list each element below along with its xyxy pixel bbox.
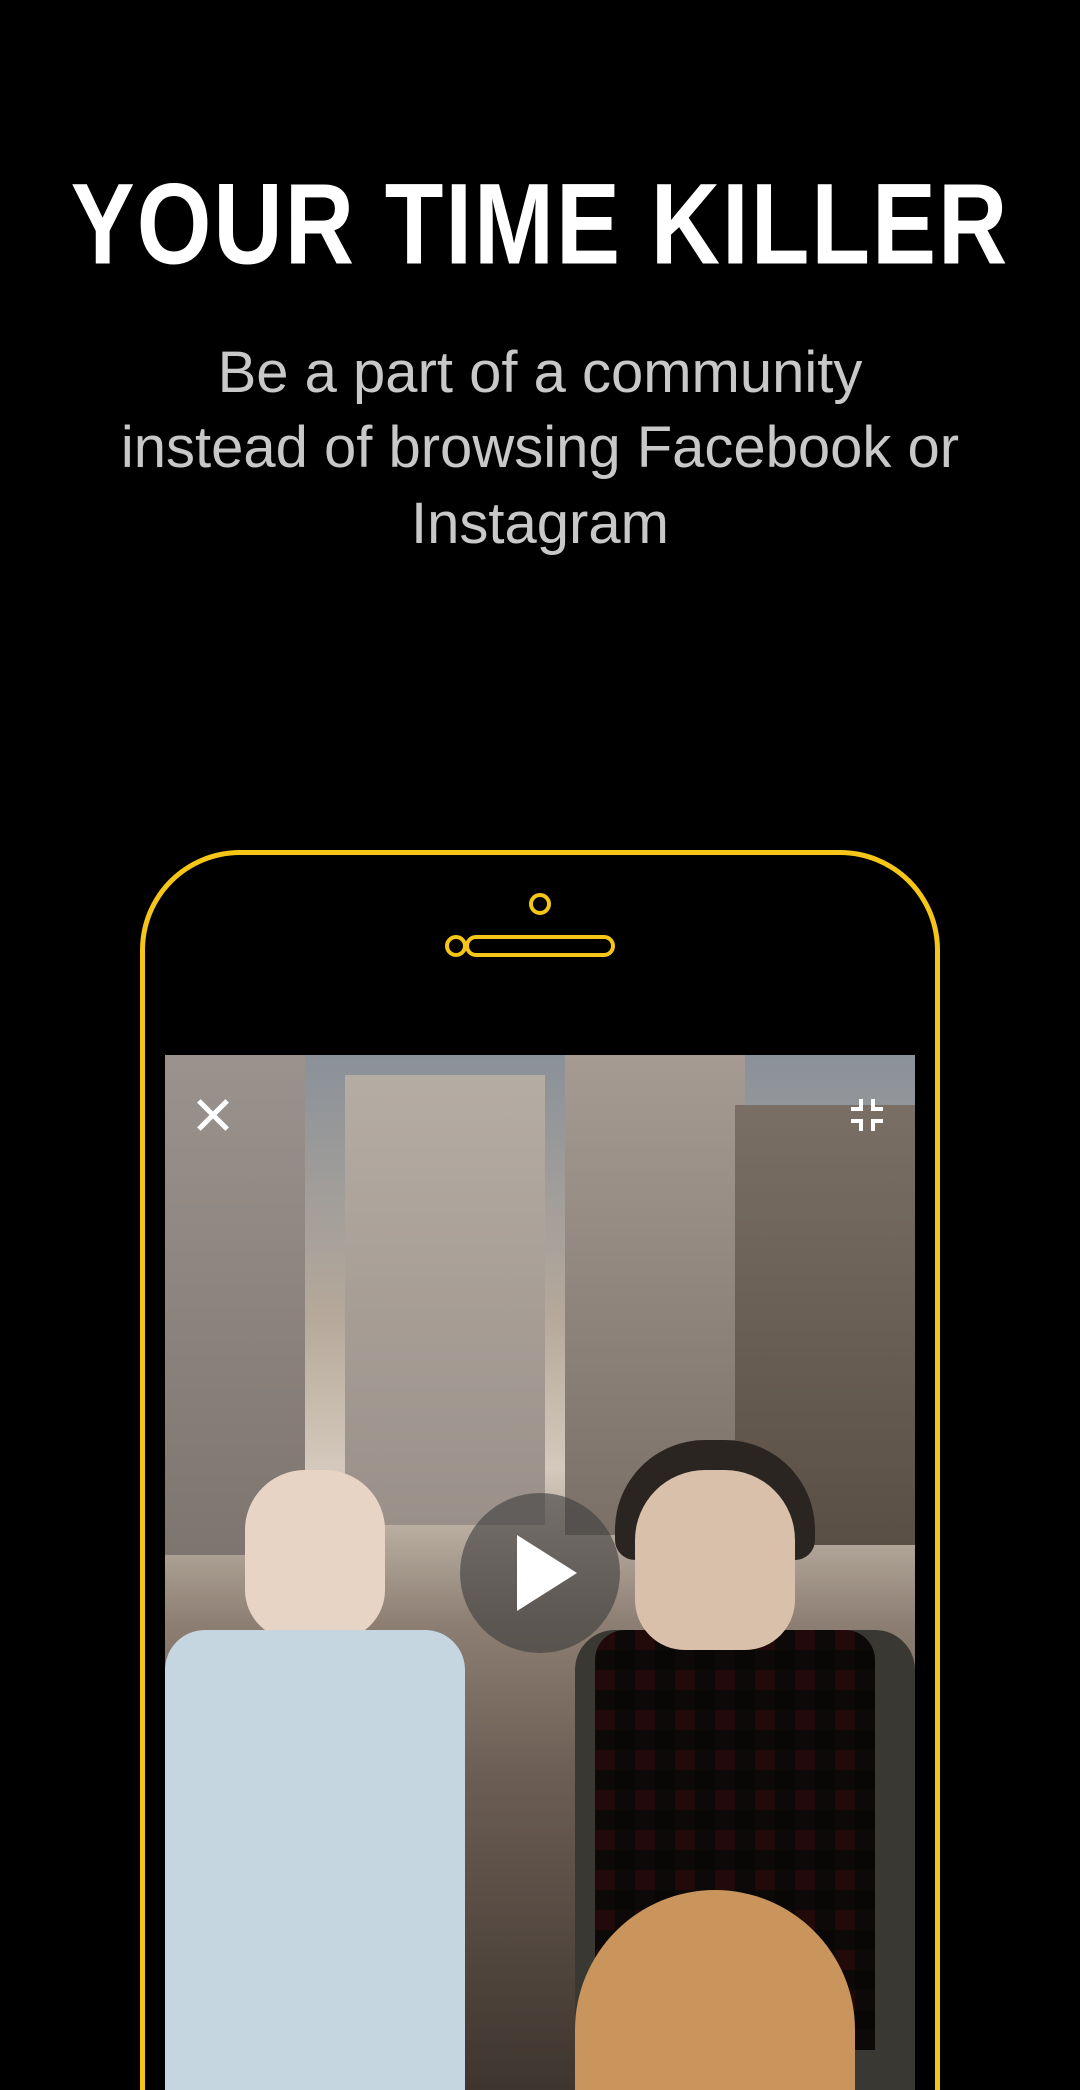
phone-camera-dot xyxy=(529,893,551,915)
page-subheadline: Be a part of a community instead of brow… xyxy=(0,335,1080,561)
phone-speaker-slot xyxy=(465,935,615,957)
page-headline: Your time killer xyxy=(0,159,1080,291)
phone-mockup-frame xyxy=(140,850,940,2090)
exit-fullscreen-icon[interactable] xyxy=(847,1095,887,1135)
video-person-left xyxy=(165,1390,465,2090)
phone-top-bezel xyxy=(145,855,935,1055)
play-button[interactable] xyxy=(460,1493,620,1653)
video-player[interactable] xyxy=(165,1055,915,2090)
phone-sensor-dot xyxy=(445,935,467,957)
play-icon xyxy=(517,1535,577,1611)
close-icon[interactable] xyxy=(193,1095,233,1135)
